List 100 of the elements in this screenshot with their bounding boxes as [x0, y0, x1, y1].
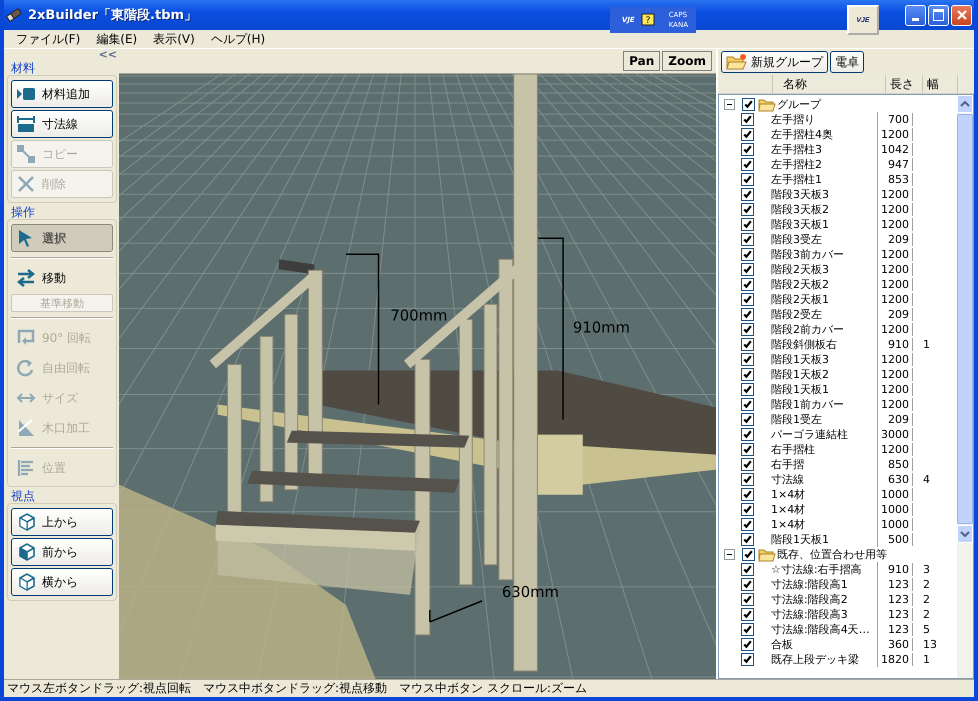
checkbox[interactable]	[741, 428, 754, 441]
item-name[interactable]: 左手摺柱3	[771, 143, 822, 156]
item-name[interactable]: 階段1天板1	[771, 383, 829, 396]
checkbox[interactable]	[741, 368, 754, 381]
close-button[interactable]	[951, 4, 972, 26]
checkbox[interactable]	[741, 473, 754, 486]
checkbox[interactable]	[741, 638, 754, 651]
checkbox[interactable]	[741, 218, 754, 231]
item-name[interactable]: 寸法線:階段高3	[771, 608, 848, 621]
item-name[interactable]: 左手摺柱2	[771, 158, 822, 171]
collapse-button[interactable]: <<	[98, 49, 117, 61]
new-group-button[interactable]: 新規グループ	[721, 51, 828, 73]
view-tool-button[interactable]: Pan	[623, 51, 660, 71]
tool-button[interactable]: 材料追加	[11, 80, 113, 108]
tool-button[interactable]: 上から	[11, 508, 113, 536]
item-name[interactable]: 階段1天板3	[771, 353, 829, 366]
item-name[interactable]: 階段2天板3	[771, 263, 829, 276]
checkbox[interactable]	[741, 608, 754, 621]
checkbox[interactable]	[741, 488, 754, 501]
menu-item[interactable]: 表示(V)	[145, 30, 203, 48]
collapse-toggle-icon[interactable]	[724, 99, 735, 110]
tool-button[interactable]: 選択	[11, 224, 113, 252]
item-name[interactable]: 1×4材	[771, 488, 806, 501]
menu-item[interactable]: 編集(E)	[88, 30, 146, 48]
item-name[interactable]: 1×4材	[771, 518, 806, 531]
checkbox[interactable]	[741, 623, 754, 636]
checkbox[interactable]	[741, 113, 754, 126]
item-name[interactable]: 階段3天板2	[771, 203, 829, 216]
help-icon[interactable]: ?	[640, 13, 655, 27]
item-name[interactable]: 階段2天板1	[771, 293, 829, 306]
checkbox[interactable]	[741, 323, 754, 336]
column-header[interactable]: 幅	[923, 75, 958, 93]
item-name[interactable]: 階段2前カバー	[771, 323, 844, 336]
item-name[interactable]: 階段1前カバー	[771, 398, 844, 411]
item-name[interactable]: 左手摺柱1	[771, 173, 822, 186]
item-name[interactable]: ☆寸法線:右手摺高	[771, 563, 862, 576]
item-name[interactable]: 右手摺	[771, 458, 804, 471]
checkbox[interactable]	[741, 413, 754, 426]
checkbox[interactable]	[741, 143, 754, 156]
item-name[interactable]: 右手摺柱	[771, 443, 815, 456]
group-name[interactable]: 既存、位置合わせ用等	[777, 547, 887, 562]
calculator-button[interactable]: 電卓	[830, 51, 864, 73]
tool-button[interactable]: 前から	[11, 538, 113, 566]
checkbox[interactable]	[741, 458, 754, 471]
checkbox[interactable]	[741, 593, 754, 606]
collapse-toggle-icon[interactable]	[724, 549, 735, 560]
checkbox[interactable]	[741, 263, 754, 276]
item-name[interactable]: 階段3受左	[771, 233, 822, 246]
menu-item[interactable]: ヘルプ(H)	[202, 30, 274, 48]
checkbox[interactable]	[741, 293, 754, 306]
item-name[interactable]: 階段斜側板右	[771, 338, 837, 351]
item-name[interactable]: 寸法線	[771, 473, 804, 486]
checkbox[interactable]	[741, 563, 754, 576]
checkbox[interactable]	[741, 503, 754, 516]
checkbox[interactable]	[741, 653, 754, 666]
tool-button[interactable]: 横から	[11, 568, 113, 596]
item-name[interactable]: 合板	[771, 638, 793, 651]
maximize-button[interactable]	[928, 4, 949, 26]
checkbox[interactable]	[741, 518, 754, 531]
column-header[interactable]: 長さ	[886, 75, 923, 93]
checkbox[interactable]	[741, 248, 754, 261]
checkbox[interactable]	[741, 233, 754, 246]
item-name[interactable]: パーゴラ連結柱	[771, 428, 848, 441]
item-name[interactable]: 寸法線:階段高4天…	[771, 623, 870, 636]
checkbox[interactable]	[741, 173, 754, 186]
item-name[interactable]: 階段1受左	[771, 413, 822, 426]
view-tool-button[interactable]: Zoom	[662, 51, 712, 71]
group-name[interactable]: グループ	[777, 97, 821, 112]
checkbox[interactable]	[741, 338, 754, 351]
item-name[interactable]: 階段3天板1	[771, 218, 829, 231]
caret-up-icon[interactable]	[960, 101, 970, 107]
checkbox[interactable]	[742, 98, 755, 111]
checkbox[interactable]	[741, 578, 754, 591]
item-name[interactable]: 寸法線:階段高1	[771, 578, 848, 591]
item-name[interactable]: 既存上段デッキ梁	[771, 653, 859, 666]
tool-button[interactable]: 移動	[11, 264, 113, 292]
checkbox[interactable]	[741, 188, 754, 201]
checkbox[interactable]	[741, 383, 754, 396]
item-name[interactable]: 階段2天板2	[771, 278, 829, 291]
checkbox[interactable]	[741, 158, 754, 171]
checkbox[interactable]	[741, 308, 754, 321]
checkbox[interactable]	[741, 398, 754, 411]
minimize-button[interactable]	[905, 4, 926, 26]
item-name[interactable]: 階段2受左	[771, 308, 822, 321]
menu-item[interactable]: ファイル(F)	[8, 30, 88, 48]
caret-down-icon[interactable]	[960, 531, 970, 538]
checkbox[interactable]	[741, 203, 754, 216]
checkbox[interactable]	[742, 548, 755, 561]
item-name[interactable]: 1×4材	[771, 503, 806, 516]
3d-staircase-scene-drawing[interactable]	[119, 74, 716, 679]
column-header[interactable]: 名称	[773, 75, 886, 93]
tool-button[interactable]: 寸法線	[11, 110, 113, 138]
checkbox[interactable]	[741, 278, 754, 291]
checkbox[interactable]	[741, 353, 754, 366]
item-name[interactable]: 寸法線:階段高2	[771, 593, 848, 606]
checkbox[interactable]	[741, 128, 754, 141]
item-name[interactable]: 左手摺柱4奥	[771, 128, 833, 141]
item-name[interactable]: 階段3天板3	[771, 188, 829, 201]
item-name[interactable]: 階段1天板2	[771, 368, 829, 381]
checkbox[interactable]	[741, 533, 754, 546]
